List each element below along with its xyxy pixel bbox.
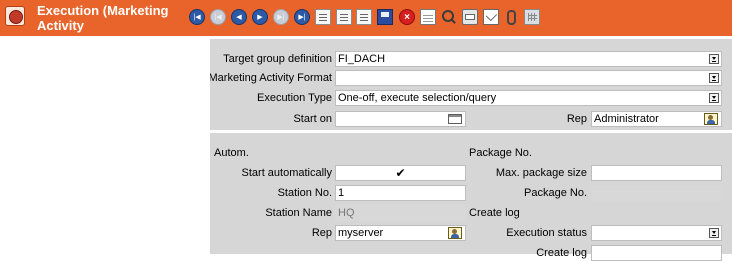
- station-no-value: 1: [338, 187, 345, 199]
- max-package-size-label: Max. package size: [495, 167, 587, 179]
- target-group-value: FI_DACH: [338, 53, 386, 65]
- station-name-value: HQ: [338, 207, 355, 219]
- create-log-field[interactable]: [591, 245, 722, 261]
- automation-panel: Autom. Package No. Start automatically ✔…: [210, 133, 732, 261]
- execution-type-value: One-off, execute selection/query: [338, 92, 497, 104]
- user-lookup-icon[interactable]: [448, 227, 462, 239]
- target-group-label: Target group definition: [223, 53, 332, 65]
- rep-field[interactable]: Administrator: [591, 111, 722, 127]
- create-log-label: Create log: [536, 247, 587, 259]
- print-button[interactable]: [462, 9, 478, 25]
- first-record-button[interactable]: |◀: [189, 9, 205, 25]
- execution-status-label: Execution status: [506, 227, 587, 239]
- create-log-section-label: Create log: [469, 207, 520, 219]
- execution-type-label: Execution Type: [256, 92, 332, 104]
- max-package-size-field[interactable]: [591, 165, 722, 181]
- previous-record-button[interactable]: ◀: [231, 9, 247, 25]
- email-button[interactable]: [483, 9, 499, 25]
- calendar-icon[interactable]: [448, 114, 462, 124]
- station-name-label: Station Name: [265, 207, 332, 219]
- package-no-label: Package No.: [524, 187, 587, 199]
- start-automatically-checkbox[interactable]: ✔: [335, 165, 466, 181]
- autom-rep-field[interactable]: myserver: [335, 225, 466, 241]
- station-no-label: Station No.: [277, 187, 332, 199]
- search-button[interactable]: [441, 9, 457, 25]
- dropdown-arrow-icon[interactable]: [709, 54, 719, 64]
- last-record-button[interactable]: ▶|: [294, 9, 310, 25]
- delete-button[interactable]: ×: [399, 9, 415, 25]
- edit-document-button[interactable]: [336, 9, 352, 25]
- activity-format-label: Marketing Activity Format: [210, 72, 332, 84]
- marketing-activity-icon: [5, 6, 25, 26]
- start-automatically-label: Start automatically: [241, 167, 332, 179]
- start-on-field[interactable]: [335, 111, 466, 127]
- autom-rep-label: Rep: [311, 227, 332, 239]
- next-record-button[interactable]: ▶: [252, 9, 268, 25]
- delete-icon: ×: [404, 11, 410, 23]
- save-button[interactable]: [377, 9, 393, 25]
- window-title: Execution (Marketing Activity: [37, 3, 169, 33]
- execution-type-select[interactable]: One-off, execute selection/query: [335, 90, 722, 106]
- package-section-label: Package No.: [469, 147, 532, 159]
- autom-rep-value: myserver: [338, 227, 384, 239]
- station-no-field[interactable]: 1: [335, 185, 466, 201]
- dropdown-arrow-icon[interactable]: [709, 93, 719, 103]
- grid-view-button[interactable]: [524, 9, 540, 25]
- dropdown-arrow-icon[interactable]: [709, 228, 719, 238]
- start-on-label: Start on: [293, 113, 332, 125]
- dropdown-arrow-icon[interactable]: [709, 73, 719, 83]
- copy-document-button[interactable]: [356, 9, 372, 25]
- rep-value: Administrator: [594, 113, 659, 125]
- rep-label: Rep: [566, 113, 587, 125]
- attachment-button[interactable]: [503, 9, 519, 25]
- general-panel: Target group definition FI_DACH Marketin…: [210, 39, 732, 130]
- new-document-button[interactable]: [315, 9, 331, 25]
- autom-section-label: Autom.: [214, 147, 249, 159]
- station-name-field: HQ: [335, 205, 466, 221]
- activity-format-select[interactable]: [335, 70, 722, 86]
- user-lookup-icon[interactable]: [704, 113, 718, 125]
- list-view-button[interactable]: [420, 9, 436, 25]
- target-group-select[interactable]: FI_DACH: [335, 51, 722, 67]
- title-bar: Execution (Marketing Activity |◀ |◀ ◀ ▶ …: [0, 0, 732, 36]
- execution-status-select[interactable]: [591, 225, 722, 241]
- package-no-field: [591, 185, 722, 201]
- checkmark-icon: ✔: [395, 166, 406, 180]
- last-disabled-button[interactable]: ▶|: [273, 9, 289, 25]
- first-disabled-button[interactable]: |◀: [210, 9, 226, 25]
